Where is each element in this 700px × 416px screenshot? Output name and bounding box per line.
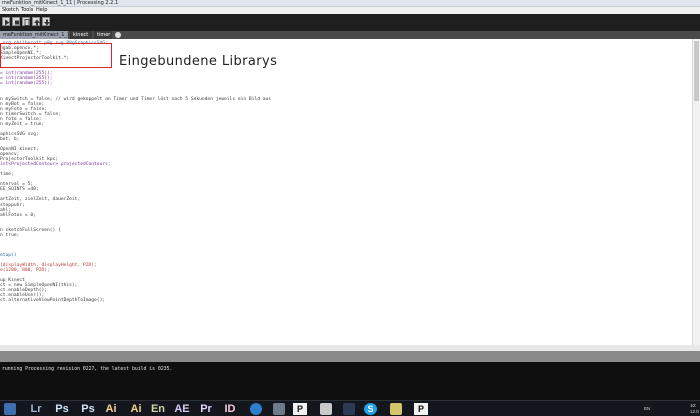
taskbar-app-processing-2[interactable]: P [414, 403, 428, 415]
menu-help[interactable]: Help [36, 7, 47, 14]
stop-icon [15, 20, 19, 25]
annotation-label: Eingebundene Librarys [119, 54, 278, 69]
console-message: running Processing revision 0227, the la… [2, 367, 173, 372]
scroll-thumb[interactable] [694, 41, 699, 101]
new-button[interactable] [22, 17, 30, 26]
taskbar-app-illustrator[interactable]: Ai [103, 402, 119, 416]
clock-date[interactable]: 12.0 [690, 409, 699, 414]
taskbar-app-indesign[interactable]: ID [222, 402, 238, 416]
run-button[interactable] [2, 17, 10, 26]
tab-timer[interactable]: timer [94, 31, 112, 39]
tab-bar: meFunktion_mitKinect_1_11 kinect timer [0, 31, 700, 39]
steam-icon[interactable] [343, 403, 355, 415]
tab-menu-arrow-icon[interactable] [115, 32, 121, 38]
window-icon[interactable] [320, 403, 332, 415]
message-area [0, 351, 700, 362]
arrow-up-icon [34, 19, 40, 26]
new-file-icon [24, 19, 30, 26]
open-button[interactable] [32, 17, 40, 26]
play-icon [5, 19, 10, 26]
tab-kinect[interactable]: kinect [70, 31, 92, 39]
start-button[interactable] [4, 403, 16, 415]
highlight-box [0, 43, 112, 68]
code-line[interactable]: n mySwitch = false; // wird gekoppelt an… [0, 97, 271, 102]
taskbar-app-encore[interactable]: En [150, 402, 166, 416]
taskbar-app-skype[interactable]: S [364, 403, 377, 415]
taskbar-app-photoshop[interactable]: Ps [54, 402, 70, 416]
explorer-icon[interactable] [273, 403, 285, 415]
save-button[interactable] [42, 17, 50, 26]
taskbar-app-after-effects[interactable]: AE [174, 402, 190, 416]
toolbar [0, 14, 700, 31]
taskbar: Lr Ps Ps Ai Ai En AE Pr ID P S P EN 10: … [0, 400, 700, 416]
taskbar-app-photoshop-2[interactable]: Ps [80, 402, 96, 416]
taskbar-app-lightroom[interactable]: Lr [28, 402, 44, 416]
arrow-down-icon [44, 19, 50, 26]
menu-bar: Sketch Tools Help [0, 7, 700, 14]
vertical-scrollbar[interactable] [692, 39, 700, 345]
clock-time[interactable]: 10: [690, 403, 696, 408]
console: running Processing revision 0227, the la… [0, 362, 700, 400]
window-title-bar: meFunktion_mitKinect_1_11 | Processing 2… [0, 0, 700, 7]
taskbar-app-premiere[interactable]: Pr [198, 402, 214, 416]
window-title: meFunktion_mitKinect_1_11 | Processing 2… [2, 0, 119, 6]
menu-sketch[interactable]: Sketch [2, 7, 19, 14]
chrome-icon[interactable] [250, 403, 262, 415]
code-line[interactable] [0, 303, 271, 308]
taskbar-app-illustrator-2[interactable]: Ai [128, 402, 144, 416]
code-text[interactable]: .org.philhosoft.p8g.svg.P8gGraphicsSVG; n… [0, 41, 271, 308]
folder-icon[interactable] [390, 403, 402, 415]
taskbar-app-processing[interactable]: P [293, 403, 307, 415]
tray-language[interactable]: EN [644, 406, 650, 411]
stop-button[interactable] [12, 17, 20, 26]
menu-tools[interactable]: Tools [21, 7, 33, 14]
tab-main-sketch[interactable]: meFunktion_mitKinect_1_11 [0, 31, 68, 39]
code-editor[interactable]: .org.philhosoft.p8g.svg.P8gGraphicsSVG; n… [0, 39, 700, 345]
